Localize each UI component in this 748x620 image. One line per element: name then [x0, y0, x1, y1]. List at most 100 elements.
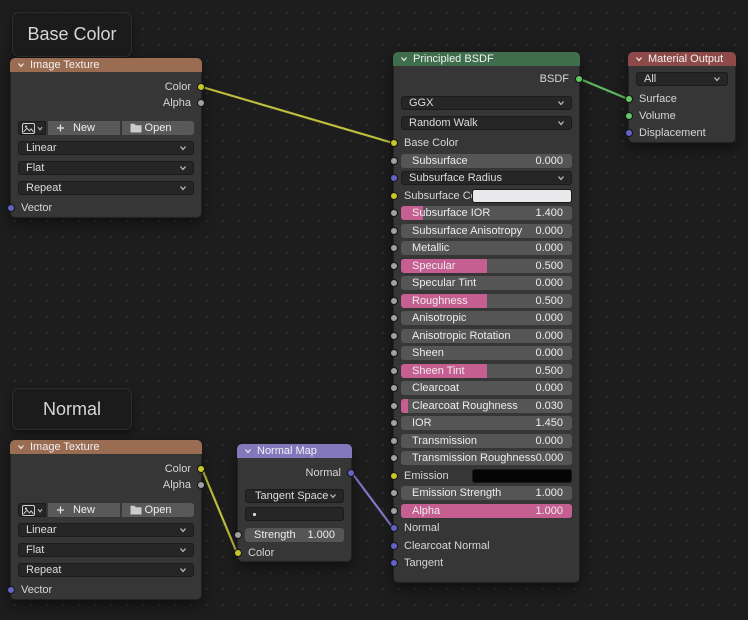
- frame-label-base-color[interactable]: Base Color: [12, 12, 132, 57]
- subsurface-method-dropdown[interactable]: Random Walk: [401, 116, 572, 130]
- row-widget[interactable]: Emission Strength 1.000: [401, 486, 572, 500]
- interpolation-dropdown[interactable]: Linear: [18, 141, 194, 155]
- socket-transmission-input[interactable]: [390, 436, 398, 445]
- socket-transmission-roughness-input[interactable]: [390, 454, 398, 462]
- socket-subsurface-ior-input[interactable]: [390, 209, 398, 217]
- input-row-color: Color: [234, 546, 344, 560]
- open-image-button[interactable]: Open: [122, 503, 194, 517]
- collapse-chevron-icon[interactable]: [244, 448, 252, 454]
- socket-alpha-input[interactable]: [390, 506, 398, 515]
- socket-emission-strength-input[interactable]: [390, 489, 398, 497]
- node-header[interactable]: Normal Map: [237, 444, 352, 458]
- socket-clearcoat-input[interactable]: [390, 384, 398, 392]
- collapse-chevron-icon[interactable]: [17, 444, 25, 450]
- node-header[interactable]: Image Texture: [10, 58, 202, 72]
- open-image-button[interactable]: Open: [122, 121, 194, 135]
- node-image-texture-normal[interactable]: Image Texture Color Alpha New Open Linea…: [7, 440, 205, 600]
- socket-normal-output[interactable]: [347, 469, 355, 477]
- socket-sheen-input[interactable]: [390, 349, 398, 357]
- row-widget[interactable]: Transmission 0.000: [401, 433, 572, 448]
- node-principled-bsdf[interactable]: Principled BSDF BSDF GGX Random Walk Bas…: [390, 52, 583, 583]
- collapse-chevron-icon[interactable]: [400, 56, 408, 62]
- row-widget[interactable]: Specular 0.500: [401, 258, 572, 273]
- row-widget[interactable]: Alpha 1.000: [401, 503, 572, 518]
- row-widget[interactable]: Clearcoat 0.000: [401, 381, 572, 395]
- socket-alpha-output[interactable]: [197, 481, 205, 489]
- projection-dropdown[interactable]: Flat: [18, 161, 194, 175]
- row-widget[interactable]: Clearcoat Roughness 0.030: [401, 398, 572, 413]
- interpolation-dropdown[interactable]: Linear: [18, 523, 194, 537]
- row-widget[interactable]: Specular Tint 0.000: [401, 276, 572, 290]
- socket-displacement-input[interactable]: [625, 129, 633, 137]
- socket-ior-input[interactable]: [390, 419, 398, 427]
- output-label: Color: [164, 463, 191, 475]
- row-value: 0.000: [535, 452, 564, 464]
- socket-color-input[interactable]: [234, 549, 242, 557]
- row-widget[interactable]: Anisotropic 0.000: [401, 311, 572, 325]
- socket-subsurface-radius-input[interactable]: [390, 174, 398, 182]
- row-widget[interactable]: Transmission Roughness 0.000: [401, 451, 572, 465]
- socket-clearcoat-roughness-input[interactable]: [390, 401, 398, 410]
- extension-dropdown[interactable]: Repeat: [18, 563, 194, 577]
- new-image-button[interactable]: New: [48, 503, 120, 517]
- socket-strength-input[interactable]: [234, 531, 242, 539]
- socket-subsurface-input[interactable]: [390, 156, 398, 165]
- frame-label-normal[interactable]: Normal: [12, 388, 132, 430]
- socket-volume-input[interactable]: [625, 112, 633, 120]
- row-widget[interactable]: Sheen 0.000: [401, 346, 572, 360]
- row-widget[interactable]: Subsurface 0.000: [401, 153, 572, 168]
- uv-map-field[interactable]: [245, 507, 344, 521]
- row-widget[interactable]: Metallic 0.000: [401, 241, 572, 255]
- socket-metallic-input[interactable]: [390, 244, 398, 252]
- socket-tangent-input[interactable]: [390, 559, 398, 567]
- row-widget[interactable]: Sheen Tint 0.500: [401, 363, 572, 378]
- socket-specular-input[interactable]: [390, 261, 398, 270]
- socket-vector-input[interactable]: [7, 586, 15, 594]
- socket-emission-input[interactable]: [390, 471, 398, 480]
- color-swatch[interactable]: [472, 468, 572, 483]
- socket-color-output[interactable]: [197, 465, 205, 473]
- socket-color-output[interactable]: [197, 83, 205, 91]
- slider-value: 1.000: [307, 529, 335, 541]
- bsdf-row-clearcoat-normal: Clearcoat Normal Clearcoat Normal: [390, 539, 572, 553]
- socket-alpha-output[interactable]: [197, 99, 205, 107]
- socket-normal-input[interactable]: [390, 524, 398, 532]
- socket-bsdf-output[interactable]: [575, 75, 583, 83]
- image-browser-button[interactable]: [18, 503, 46, 517]
- collapse-chevron-icon[interactable]: [17, 62, 25, 68]
- socket-sheen-tint-input[interactable]: [390, 366, 398, 375]
- row-widget[interactable]: Anisotropic Rotation 0.000: [401, 328, 572, 343]
- image-browser-button[interactable]: [18, 121, 46, 135]
- socket-clearcoat-normal-input[interactable]: [390, 541, 398, 550]
- output-row-normal: Normal: [245, 466, 355, 480]
- new-image-button[interactable]: New: [48, 121, 120, 135]
- node-image-texture-base-color[interactable]: Image Texture Color Alpha New Open Linea…: [7, 58, 205, 218]
- node-normal-map[interactable]: Normal Map Normal Tangent Space Strength…: [234, 444, 355, 562]
- node-header[interactable]: Principled BSDF: [393, 52, 580, 66]
- extension-dropdown[interactable]: Repeat: [18, 181, 194, 195]
- node-material-output[interactable]: Material Output All Surface Volume Displ…: [625, 52, 736, 143]
- projection-dropdown[interactable]: Flat: [18, 543, 194, 557]
- space-dropdown[interactable]: Tangent Space: [245, 489, 344, 503]
- row-widget[interactable]: Roughness 0.500: [401, 293, 572, 308]
- row-widget[interactable]: Subsurface IOR 1.400: [401, 206, 572, 220]
- socket-anisotropic-input[interactable]: [390, 314, 398, 322]
- socket-specular-tint-input[interactable]: [390, 279, 398, 287]
- node-header[interactable]: Material Output: [628, 52, 736, 66]
- socket-surface-input[interactable]: [625, 95, 633, 103]
- socket-subsurface-co-input[interactable]: [390, 191, 398, 200]
- collapse-chevron-icon[interactable]: [635, 56, 643, 62]
- distribution-dropdown[interactable]: GGX: [401, 96, 572, 110]
- socket-anisotropic-rotation-input[interactable]: [390, 331, 398, 340]
- socket-base-color-input[interactable]: [390, 139, 398, 147]
- strength-slider[interactable]: Strength 1.000: [245, 528, 344, 542]
- node-header[interactable]: Image Texture: [10, 440, 202, 454]
- row-widget[interactable]: Subsurface Radius: [401, 171, 572, 185]
- color-swatch[interactable]: [472, 188, 572, 203]
- socket-roughness-input[interactable]: [390, 296, 398, 305]
- socket-vector-input[interactable]: [7, 204, 15, 212]
- socket-subsurface-anisotropy-input[interactable]: [390, 226, 398, 235]
- row-widget[interactable]: Subsurface Anisotropy 0.000: [401, 223, 572, 238]
- row-widget[interactable]: IOR 1.450: [401, 416, 572, 430]
- target-dropdown[interactable]: All: [636, 72, 728, 86]
